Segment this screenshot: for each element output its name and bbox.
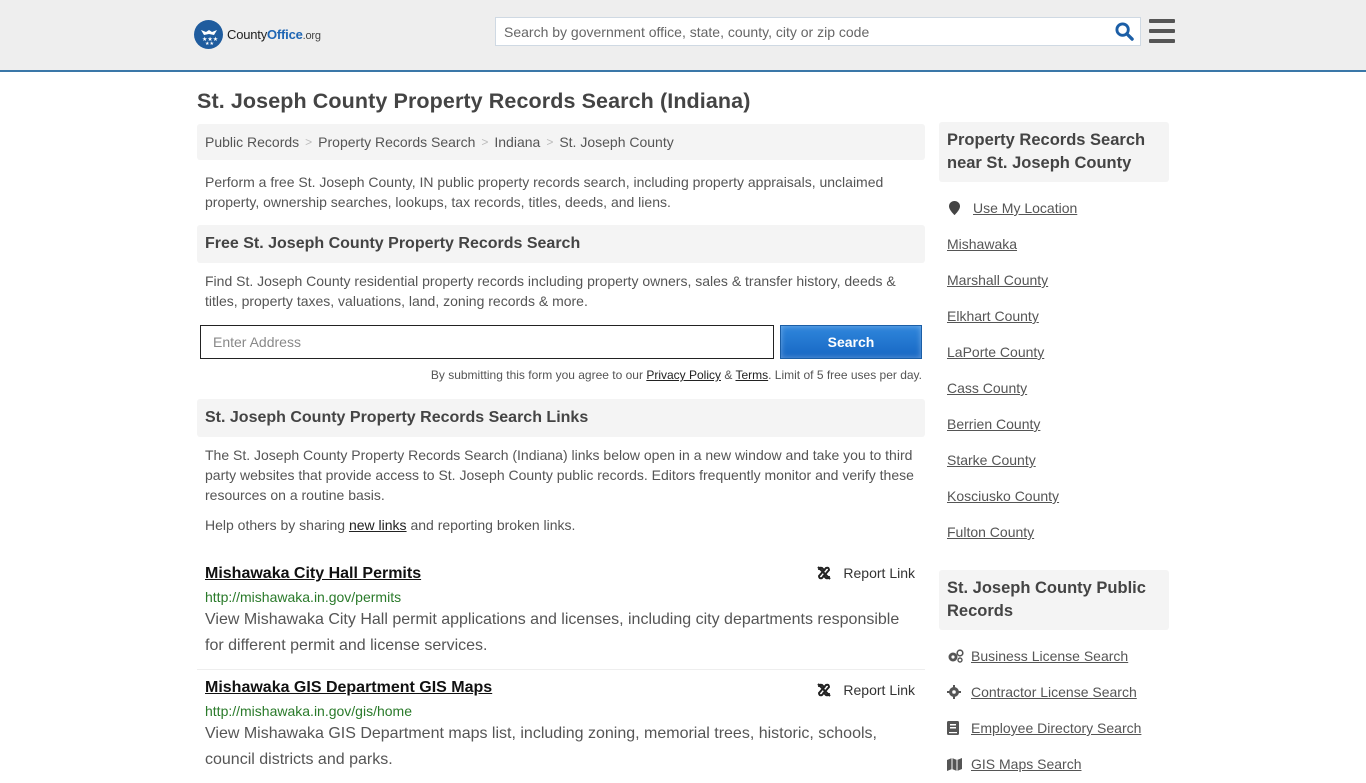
link-description: View Mishawaka GIS Department maps list,… [205, 725, 877, 768]
new-links-link[interactable]: new links [349, 517, 407, 533]
link-description: View Mishawaka City Hall permit applicat… [205, 611, 900, 654]
nearby-item: Fulton County [947, 514, 1161, 550]
use-my-location-link[interactable]: Use My Location [973, 200, 1077, 216]
public-records-heading: St. Joseph County Public Records [939, 570, 1169, 630]
nearby-item: Cass County [947, 370, 1161, 406]
hamburger-menu-icon[interactable] [1149, 19, 1175, 43]
nearby-item: Berrien County [947, 406, 1161, 442]
breadcrumb-separator: > [481, 135, 489, 149]
use-my-location-item: Use My Location [947, 190, 1161, 226]
link-list: Mishawaka City Hall Permits Report Link … [197, 553, 925, 783]
links-section-description: The St. Joseph County Property Records S… [205, 447, 914, 503]
nearby-item: Kosciusko County [947, 478, 1161, 514]
nearby-item: Mishawaka [947, 226, 1161, 262]
nearby-heading: Property Records Search near St. Joseph … [939, 122, 1169, 182]
public-records-item: Employee Directory Search [947, 710, 1161, 746]
logo-text: CountyOffice.org [227, 27, 321, 42]
gis-maps-search-link[interactable]: GIS Maps Search [971, 756, 1082, 772]
terms-link[interactable]: Terms [735, 368, 768, 382]
public-records-list: Business License Search Contractor Licen… [939, 638, 1169, 782]
public-records-item: Contractor License Search [947, 674, 1161, 710]
report-link-button[interactable]: Report Link [816, 682, 915, 698]
link-title[interactable]: Mishawaka GIS Department GIS Maps [205, 679, 492, 696]
cogs-icon [947, 649, 965, 663]
page-title: St. Joseph County Property Records Searc… [197, 89, 751, 113]
site-search-input[interactable] [496, 18, 1108, 45]
breadcrumb-indiana[interactable]: Indiana [494, 134, 540, 150]
link-url: http://mishawaka.in.gov/permits [205, 589, 402, 605]
contractor-license-search-link[interactable]: Contractor License Search [971, 684, 1137, 700]
search-section-heading: Free St. Joseph County Property Records … [197, 225, 925, 263]
nearby-link-berrien-county[interactable]: Berrien County [947, 416, 1040, 432]
breadcrumb-separator: > [305, 135, 313, 149]
links-section-heading: St. Joseph County Property Records Searc… [197, 399, 925, 437]
breadcrumb: Public Records > Property Records Search… [197, 124, 925, 160]
breadcrumb-separator: > [546, 135, 554, 149]
breadcrumb-public-records[interactable]: Public Records [205, 134, 299, 150]
nearby-link-elkhart-county[interactable]: Elkhart County [947, 308, 1039, 324]
nearby-item: LaPorte County [947, 334, 1161, 370]
nearby-link-cass-county[interactable]: Cass County [947, 380, 1027, 396]
nearby-item: Starke County [947, 442, 1161, 478]
nearby-list: Use My Location Mishawaka Marshall Count… [939, 190, 1169, 550]
employee-directory-search-link[interactable]: Employee Directory Search [971, 720, 1141, 736]
business-license-search-link[interactable]: Business License Search [971, 648, 1128, 664]
breadcrumb-current: St. Joseph County [559, 134, 674, 150]
terms-notice: By submitting this form you agree to our… [430, 368, 922, 382]
main-content: Public Records > Property Records Search… [197, 124, 925, 783]
nearby-item: Elkhart County [947, 298, 1161, 334]
nearby-link-starke-county[interactable]: Starke County [947, 452, 1036, 468]
book-icon [947, 721, 965, 735]
public-records-item: Business License Search [947, 638, 1161, 674]
map-marker-icon [949, 201, 967, 215]
breadcrumb-property-records-search[interactable]: Property Records Search [318, 134, 475, 150]
nearby-link-marshall-county[interactable]: Marshall County [947, 272, 1048, 288]
address-search-form: Search [197, 325, 925, 359]
nearby-link-mishawaka[interactable]: Mishawaka [947, 236, 1017, 252]
public-records-item: GIS Maps Search [947, 746, 1161, 782]
map-icon [947, 757, 965, 771]
site-search-bar [495, 17, 1141, 46]
sidebar: Property Records Search near St. Joseph … [939, 122, 1169, 782]
report-link-button[interactable]: Report Link [816, 565, 915, 581]
intro-text: Perform a free St. Joseph County, IN pub… [205, 174, 884, 210]
nearby-link-laporte-county[interactable]: LaPorte County [947, 344, 1044, 360]
link-url: http://mishawaka.in.gov/gis/home [205, 703, 412, 719]
site-header: ★★★ ★★ CountyOffice.org [0, 0, 1366, 72]
gear-icon [947, 685, 965, 699]
site-search-button[interactable] [1108, 18, 1140, 45]
address-input[interactable] [200, 325, 774, 359]
search-icon [1114, 22, 1134, 41]
nearby-link-fulton-county[interactable]: Fulton County [947, 524, 1034, 540]
svg-text:★★: ★★ [205, 41, 214, 46]
broken-link-icon [817, 683, 832, 697]
link-title[interactable]: Mishawaka City Hall Permits [205, 565, 421, 582]
site-logo[interactable]: ★★★ ★★ CountyOffice.org [194, 20, 321, 49]
link-item: Mishawaka City Hall Permits Report Link … [197, 553, 925, 670]
eagle-logo-icon: ★★★ ★★ [194, 20, 223, 49]
link-item: Mishawaka GIS Department GIS Maps Report… [197, 670, 925, 783]
nearby-link-kosciusko-county[interactable]: Kosciusko County [947, 488, 1059, 504]
privacy-policy-link[interactable]: Privacy Policy [646, 368, 721, 382]
help-text: Help others by sharing new links and rep… [205, 517, 576, 533]
search-section-description: Find St. Joseph County residential prope… [205, 273, 896, 309]
broken-link-icon [817, 566, 832, 580]
search-button[interactable]: Search [780, 325, 922, 359]
nearby-item: Marshall County [947, 262, 1161, 298]
